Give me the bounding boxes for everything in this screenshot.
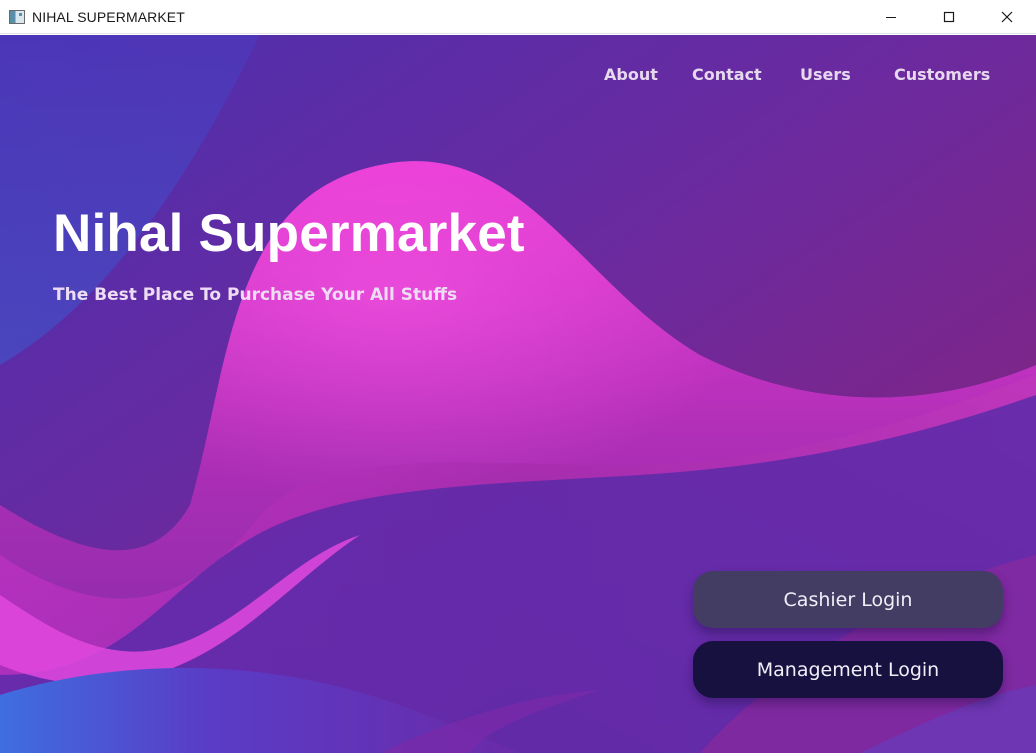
- nav-users[interactable]: Users: [800, 65, 851, 84]
- minimize-icon: [886, 17, 896, 18]
- window-title: NIHAL SUPERMARKET: [32, 8, 185, 25]
- app-window: NIHAL SUPERMARKET About Contact Users Cu…: [0, 0, 1036, 753]
- app-icon: [9, 9, 25, 24]
- management-login-button[interactable]: Management Login: [693, 641, 1003, 698]
- close-button[interactable]: [978, 0, 1036, 34]
- window-controls: [862, 0, 1036, 34]
- title-bar[interactable]: NIHAL SUPERMARKET: [0, 0, 1036, 34]
- hero-title: Nihal Supermarket: [53, 204, 525, 263]
- maximize-button[interactable]: [920, 0, 978, 34]
- maximize-icon: [943, 11, 955, 23]
- close-icon: [1001, 11, 1013, 23]
- cashier-login-button[interactable]: Cashier Login: [693, 571, 1003, 628]
- nav-contact[interactable]: Contact: [692, 65, 762, 84]
- top-nav: About Contact Users Customers: [0, 65, 1036, 91]
- minimize-button[interactable]: [862, 0, 920, 34]
- hero-subtitle: The Best Place To Purchase Your All Stuf…: [53, 285, 458, 305]
- main-content: About Contact Users Customers Nihal Supe…: [0, 35, 1036, 753]
- nav-customers[interactable]: Customers: [894, 65, 990, 84]
- nav-about[interactable]: About: [604, 65, 658, 84]
